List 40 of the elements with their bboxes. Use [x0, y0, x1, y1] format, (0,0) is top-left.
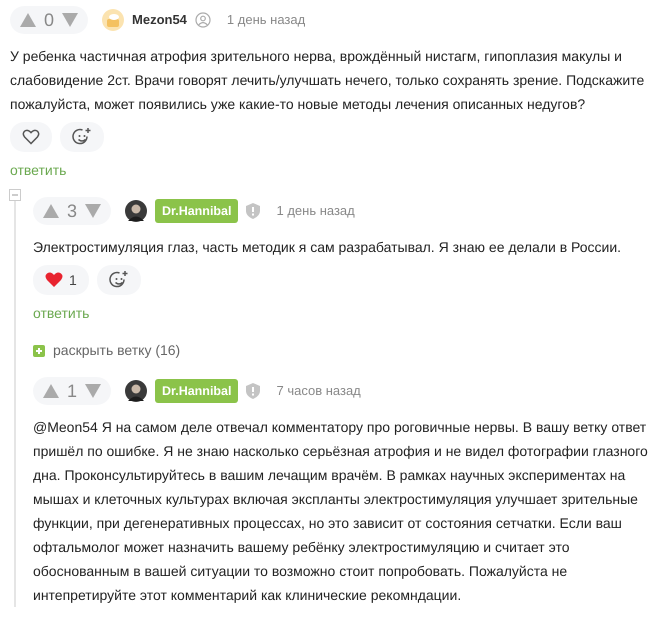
collapse-icon[interactable]: [9, 189, 21, 201]
avatar-icon: [125, 200, 148, 222]
reply-link[interactable]: ответить: [10, 160, 66, 181]
vote-score: 3: [67, 200, 78, 222]
vote-control[interactable]: 1: [33, 377, 112, 405]
reply-link[interactable]: ответить: [33, 303, 90, 324]
vote-score: 0: [44, 8, 54, 32]
heart-icon: [45, 272, 63, 288]
smiley-icon: [108, 270, 129, 290]
expand-thread-link[interactable]: раскрыть ветку (16): [33, 340, 180, 361]
upvote-icon[interactable]: [43, 384, 59, 398]
add-reaction-button[interactable]: [60, 122, 104, 152]
timestamp: 1 день назад: [276, 202, 355, 220]
avatar-icon: [102, 9, 124, 31]
heart-icon: [22, 129, 40, 145]
shield-icon: [246, 203, 260, 219]
comment-text: У ребенка частичная атрофия зрительного нерва, врождённый нистагм, гипоплазия макулы и слабовидение 2ст. Врачи говорят лечить/улучшать нечего, только сохранять зрение. Подскажите пожалуйста, может появились уже какие-то новые методы лечения описанных недугов?: [10, 47, 646, 114]
author-name[interactable]: Dr.Hannibal: [155, 378, 238, 404]
plus-icon: [33, 344, 45, 356]
vote-control[interactable]: 0: [10, 6, 88, 34]
downvote-icon[interactable]: [85, 204, 102, 218]
smiley-icon: [72, 127, 92, 147]
vote-control[interactable]: 3: [33, 197, 112, 225]
downvote-icon[interactable]: [62, 13, 78, 27]
author-name[interactable]: Mezon54: [132, 10, 187, 30]
like-button[interactable]: 1: [33, 265, 89, 295]
vote-score: 1: [67, 380, 78, 402]
user-icon: [194, 12, 211, 28]
downvote-icon[interactable]: [85, 384, 102, 398]
upvote-icon[interactable]: [20, 13, 36, 27]
comment-text: Электростимуляция глаз, часть методик я сам разрабатывал. Я знаю ее делали в России.: [33, 238, 622, 257]
author-name[interactable]: Dr.Hannibal: [155, 198, 238, 224]
timestamp: 1 день назад: [226, 11, 306, 30]
avatar-icon: [125, 380, 148, 402]
like-button[interactable]: [10, 122, 52, 152]
comment-text: @Meon54 Я на самом деле отвечал комментатору про роговичные нервы. В вашу ветку ответ пришёл по ошибке. Я не знаю насколько серьёзная атрофия и не видел фотографии глазного дна. Проконсультируйтесь в вашим лечащим врачём. В рамках научных экспериментах на мышах и клеточных культурах включая экспланты электростимуляция улучшает зрительные функции, при дегенеративных процессах, но это зависит от состояния сетчатки. Если ваш офтальмолог может назначить вашему ребёнку электростимуляцию и считает это обоснованным в вашей ситуации то возможно стоит попробовать. Пожалуйста не интепретируйте этот комментарий как клинические рекомндации.: [33, 418, 649, 605]
upvote-icon[interactable]: [43, 204, 59, 218]
shield-icon: [246, 383, 260, 399]
timestamp: 7 часов назад: [276, 382, 361, 400]
add-reaction-button[interactable]: [96, 265, 141, 295]
